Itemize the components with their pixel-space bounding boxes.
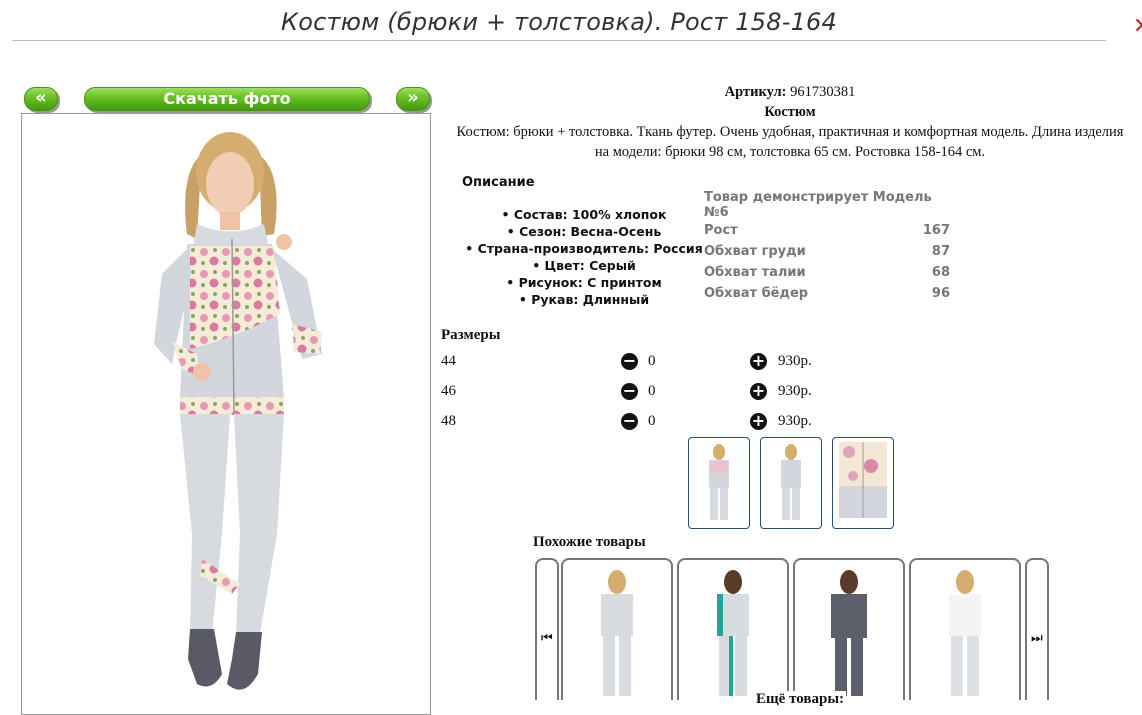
measure-value: 68 — [931, 265, 950, 280]
skip-next-icon: ⏭ — [1031, 631, 1043, 646]
plus-circle-icon[interactable]: + — [750, 383, 767, 400]
description-item: Цвет: Серый — [456, 257, 712, 274]
close-icon[interactable]: ✕ — [1133, 14, 1142, 39]
prev-photo-button[interactable]: « — [24, 87, 58, 111]
description-item: Рукав: Длинный — [456, 291, 712, 308]
size-label: 46 — [441, 383, 456, 399]
size-price: 930р. — [778, 413, 812, 429]
minus-circle-icon[interactable]: − — [621, 413, 638, 430]
model-figure-image — [154, 132, 322, 690]
size-label: 48 — [441, 413, 456, 429]
photo-thumbnail-detail[interactable] — [832, 437, 894, 529]
measure-value: 96 — [931, 286, 950, 301]
product-type: Костюм — [764, 104, 816, 120]
minus-circle-icon[interactable]: − — [621, 353, 638, 370]
similar-heading: Похожие товары — [533, 534, 646, 550]
next-photo-button[interactable]: » — [396, 87, 430, 111]
photo-thumbnail-front[interactable] — [688, 437, 750, 529]
similar-product-image — [717, 570, 749, 696]
carousel-prev-button[interactable]: ⏮ — [535, 558, 559, 700]
product-info: Артикул: 961730381 Костюм Костюм: брюки … — [452, 82, 1128, 162]
skip-prev-icon: ⏮ — [541, 631, 553, 646]
similar-product-image — [601, 570, 633, 696]
sizes-heading: Размеры — [441, 327, 501, 343]
model-heading: Товар демонстрирует Модель №6 — [704, 190, 932, 220]
thumbnail-image — [709, 444, 729, 520]
similar-product-card[interactable] — [561, 558, 673, 700]
quantity-value: 0 — [648, 413, 656, 429]
similar-product-card[interactable] — [909, 558, 1021, 700]
size-label: 44 — [441, 353, 456, 369]
measure-label: Рост — [704, 223, 738, 238]
plus-circle-icon[interactable]: + — [750, 353, 767, 370]
thumbnail-image — [839, 442, 887, 518]
sku-value: 961730381 — [790, 84, 856, 100]
similar-product-image — [949, 570, 981, 696]
download-photo-button[interactable]: Скачать фото — [84, 87, 370, 111]
measure-label: Обхват бёдер — [704, 286, 809, 301]
measure-label: Обхват груди — [704, 244, 806, 259]
similar-product-card[interactable] — [793, 558, 905, 700]
measure-value: 87 — [931, 244, 950, 259]
model-measurements: Товар демонстрирует Модель №6 Рост 167 Об… — [704, 190, 950, 304]
sku-line: Артикул: 961730381 — [452, 82, 1128, 102]
page-title: Костюм (брюки + толстовка). Рост 158-164 — [281, 8, 837, 36]
similar-product-card[interactable] — [677, 558, 789, 700]
description-item: Состав: 100% хлопок — [456, 206, 712, 223]
measure-value: 167 — [922, 223, 950, 238]
title-divider — [12, 40, 1106, 41]
description-item: Страна-производитель: Россия — [456, 240, 712, 257]
quantity-value: 0 — [648, 383, 656, 399]
sku-label: Артикул: — [724, 84, 787, 100]
minus-circle-icon[interactable]: − — [621, 383, 638, 400]
thumbnail-image — [781, 444, 801, 520]
quantity-value: 0 — [648, 353, 656, 369]
carousel-next-button[interactable]: ⏭ — [1025, 558, 1049, 700]
plus-circle-icon[interactable]: + — [750, 413, 767, 430]
size-price: 930р. — [778, 353, 812, 369]
product-summary: Костюм: брюки + толстовка. Ткань футер. … — [456, 124, 1124, 160]
more-products-link[interactable]: Ещё товары: — [754, 691, 847, 708]
size-price: 930р. — [778, 383, 812, 399]
description-heading: Описание — [462, 175, 535, 190]
photo-thumbnail-back[interactable] — [760, 437, 822, 529]
similar-product-image — [831, 570, 867, 696]
description-item: Рисунок: С принтом — [456, 274, 712, 291]
measure-label: Обхват талии — [704, 265, 806, 280]
description-item: Сезон: Весна-Осень — [456, 223, 712, 240]
description-list: Состав: 100% хлопок Сезон: Весна-Осень С… — [456, 206, 712, 308]
main-product-photo[interactable] — [21, 113, 431, 715]
